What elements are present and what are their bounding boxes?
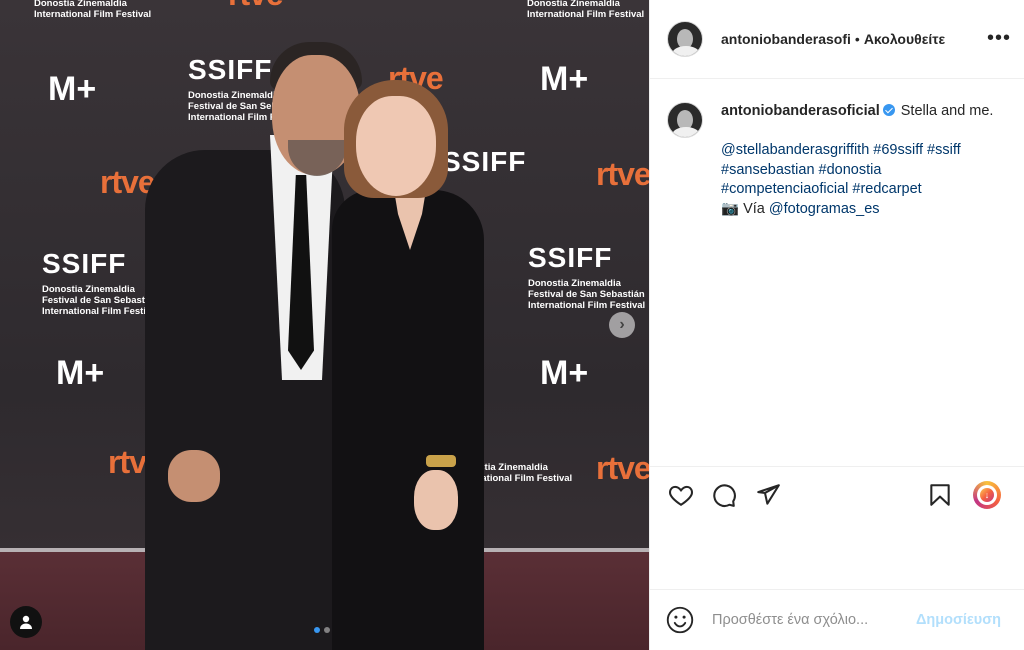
instagram-post: Donostia Zinemaldia International Film F…: [0, 0, 1024, 650]
hashtag-link[interactable]: #ssiff: [927, 142, 961, 158]
movistar-logo: M+: [540, 354, 589, 392]
via-text: Vía: [739, 200, 769, 217]
rtve-logo: rtve: [228, 0, 284, 10]
hashtag-link[interactable]: #competenciaoficial: [721, 181, 848, 197]
festival-text: Donostia Zinemaldia International Film F…: [527, 0, 645, 20]
festival-text: Donostia Zinemaldia International Film F…: [34, 0, 152, 20]
post-caption: antoniobanderasoficial Stella and me. @s…: [667, 102, 1007, 219]
ssiff-logo: SSIFF: [42, 248, 127, 279]
caption-username[interactable]: antoniobanderasoficial: [721, 103, 880, 119]
hashtag-link[interactable]: #donostia: [819, 162, 882, 178]
caption-text: antoniobanderasoficial Stella and me. @s…: [721, 102, 1001, 219]
header-username[interactable]: antoniobanderasofi: [721, 31, 851, 47]
header-separator: •: [854, 31, 860, 47]
action-bar: ↓: [650, 466, 1024, 522]
hashtag-link[interactable]: #69ssiff: [873, 142, 923, 158]
comment-bar: Δημοσίευση: [650, 589, 1024, 650]
comment-icon[interactable]: [710, 481, 738, 509]
ssiff-logo: SSIFF: [528, 242, 613, 273]
follow-status[interactable]: Ακολουθείτε: [864, 31, 945, 47]
post-side-panel: antoniobanderasofi • Ακολουθείτε ••• ant…: [649, 0, 1024, 650]
hashtag-link[interactable]: #sansebastian: [721, 162, 815, 178]
post-header: antoniobanderasofi • Ακολουθείτε •••: [650, 0, 1024, 79]
avatar[interactable]: [667, 102, 703, 138]
hashtag-link[interactable]: #redcarpet: [852, 181, 921, 197]
rtve-logo: rtve: [596, 450, 649, 486]
carousel-dot-active: [314, 627, 320, 633]
caption-body: Stella and me.: [896, 103, 994, 119]
tagged-user-button[interactable]: [10, 606, 42, 638]
bookmark-icon[interactable]: [926, 481, 954, 509]
ssiff-logo: SSIFF: [188, 54, 273, 85]
camera-emoji: 📷: [721, 200, 740, 217]
ssiff-logo: SSIFF: [442, 146, 527, 177]
comment-input[interactable]: [712, 612, 916, 628]
avatar[interactable]: [667, 21, 703, 57]
carousel-dot: [324, 627, 330, 633]
movistar-logo: M+: [540, 60, 589, 98]
mention-link[interactable]: @fotogramas_es: [769, 201, 880, 217]
movistar-logo: M+: [48, 70, 97, 108]
user-icon: [20, 615, 32, 629]
post-media[interactable]: Donostia Zinemaldia International Film F…: [0, 0, 649, 650]
verified-badge-icon: [882, 104, 895, 116]
heart-icon[interactable]: [667, 481, 695, 509]
download-icon[interactable]: ↓: [973, 481, 1001, 509]
chevron-right-icon[interactable]: ›: [609, 312, 635, 338]
carousel-dots: [314, 627, 330, 633]
festival-text: Donostia Zinemaldia Festival de San Seba…: [42, 284, 160, 317]
post-comment-button[interactable]: Δημοσίευση: [916, 612, 1001, 628]
rtve-logo: rtve: [596, 156, 649, 192]
share-icon[interactable]: [754, 481, 782, 509]
more-options-icon[interactable]: •••: [987, 26, 1011, 50]
emoji-icon[interactable]: [666, 606, 694, 634]
movistar-logo: M+: [56, 354, 105, 392]
festival-text: Donostia Zinemaldia Festival de San Seba…: [528, 278, 646, 311]
mention-link[interactable]: @stellabanderasgriffith: [721, 142, 869, 158]
